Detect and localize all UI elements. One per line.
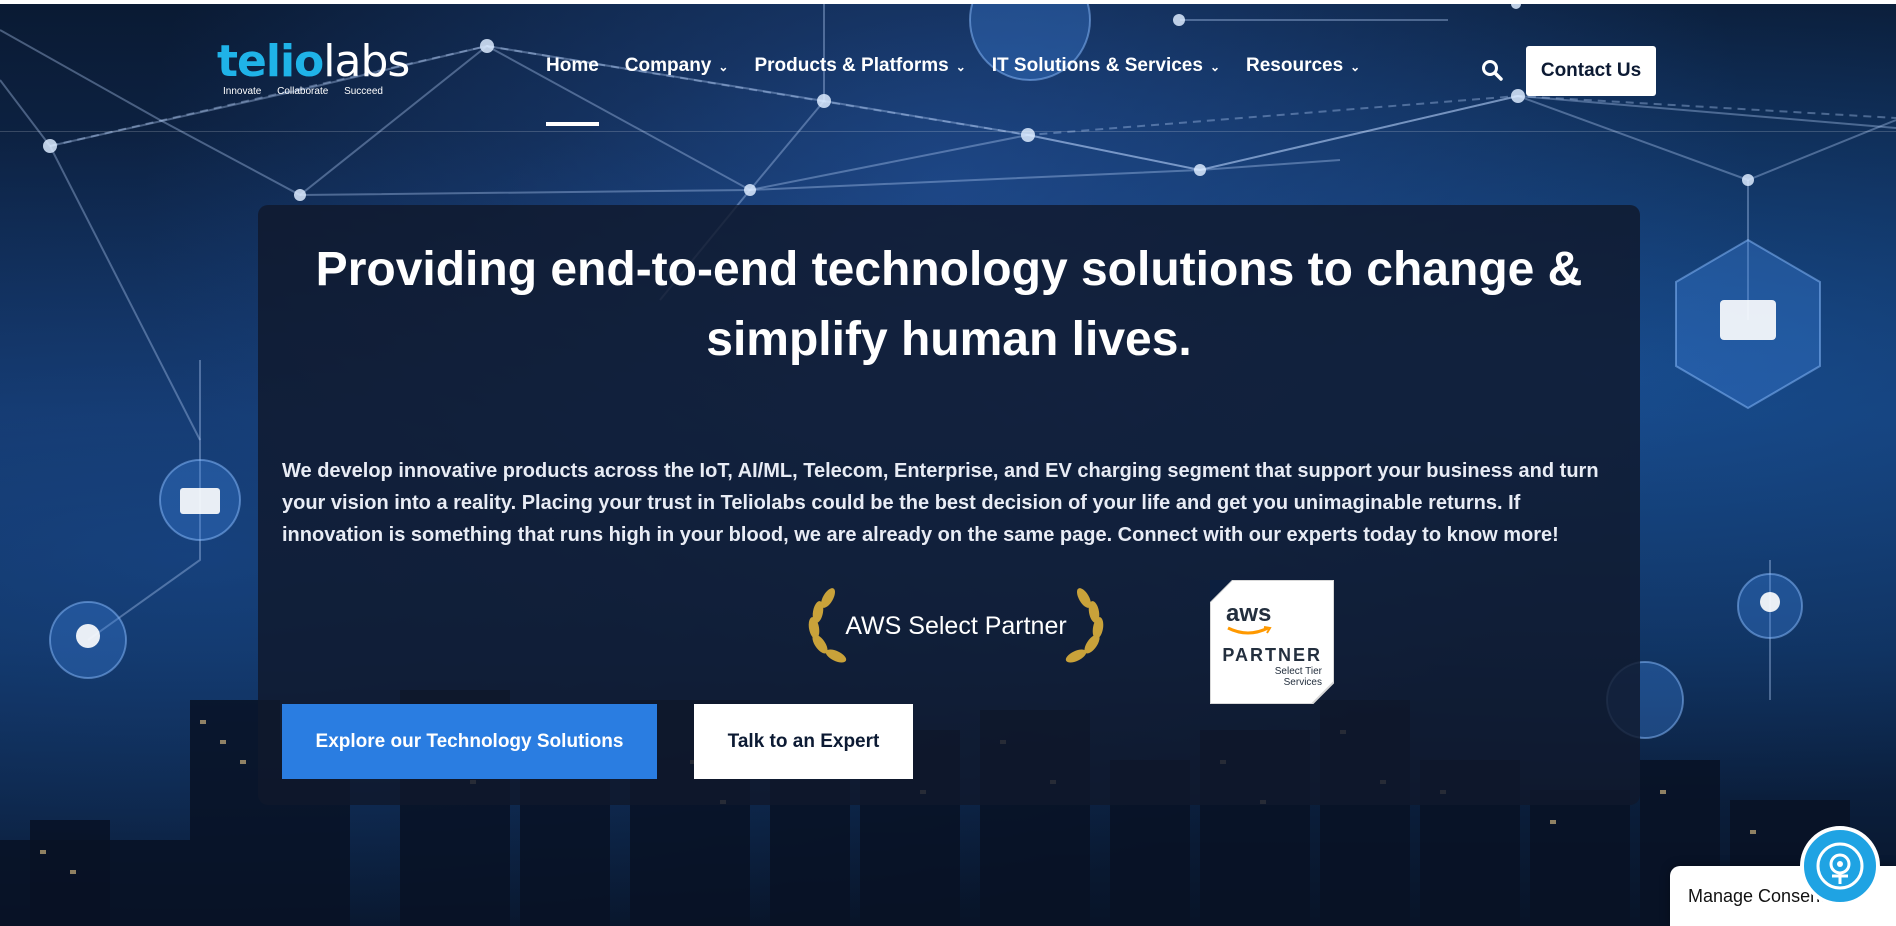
search-icon[interactable] xyxy=(1480,58,1504,82)
logo-wordmark: teliolabs xyxy=(217,40,410,84)
nav-item-resources[interactable]: Resources ⌄ xyxy=(1246,55,1360,77)
nav-item-products-platforms[interactable]: Products & Platforms ⌄ xyxy=(754,55,965,77)
aws-tier-line1: Select Tier xyxy=(1274,666,1322,677)
logo-tag-succeed: Succeed xyxy=(344,86,383,97)
contact-us-button[interactable]: Contact Us xyxy=(1526,46,1656,96)
explore-technology-solutions-button[interactable]: Explore our Technology Solutions xyxy=(282,704,657,779)
logo-tagline: Innovate Collaborate Succeed xyxy=(217,86,383,97)
nav-item-label: IT Solutions & Services xyxy=(991,55,1203,76)
chevron-down-icon: ⌄ xyxy=(955,60,966,74)
nav-item-label: Resources xyxy=(1246,55,1344,76)
chatbot-icon xyxy=(1816,842,1864,890)
aws-logo: aws xyxy=(1226,600,1272,627)
aws-partner-label: PARTNER xyxy=(1222,645,1322,665)
logo-tag-innovate: Innovate xyxy=(223,86,262,97)
hero-title: Providing end-to-end technology solution… xyxy=(315,243,1583,366)
chevron-down-icon: ⌄ xyxy=(718,60,729,74)
nav-item-home[interactable]: Home xyxy=(546,55,599,126)
logo-tag-collaborate: Collaborate xyxy=(277,86,329,97)
logo-wordmark-part1: telio xyxy=(217,36,324,87)
nav-item-label: Home xyxy=(546,55,599,76)
site-header: teliolabs Innovate Collaborate Succeed H… xyxy=(0,4,1896,132)
chevron-down-icon: ⌄ xyxy=(1350,60,1361,74)
teliolabs-logo[interactable]: teliolabs Innovate Collaborate Succeed xyxy=(217,40,410,100)
nav-item-label: Company xyxy=(624,55,712,76)
nav-item-label: Products & Platforms xyxy=(754,55,949,76)
hero-description: We develop innovative products across th… xyxy=(282,460,1599,546)
aws-partner-badge: aws PARTNER Select Tier Services xyxy=(1210,580,1334,704)
aws-tier-label: Select Tier Services xyxy=(1210,666,1322,688)
logo-wordmark-part2: labs xyxy=(323,36,410,87)
main-nav: Home Company ⌄ Products & Platforms ⌄ IT… xyxy=(546,55,1386,126)
nav-item-it-solutions-services[interactable]: IT Solutions & Services ⌄ xyxy=(992,55,1220,77)
talk-to-expert-button[interactable]: Talk to an Expert xyxy=(694,704,913,779)
hero-card: Providing end-to-end technology solution… xyxy=(258,205,1640,805)
award-text: AWS Select Partner xyxy=(845,611,1067,640)
chat-widget-button[interactable] xyxy=(1800,826,1880,906)
aws-select-partner-award: AWS Select Partner xyxy=(802,582,1110,670)
chevron-down-icon: ⌄ xyxy=(1209,60,1220,74)
aws-tier-line2: Services xyxy=(1283,677,1322,688)
nav-item-company[interactable]: Company ⌄ xyxy=(625,55,729,77)
aws-smile-icon xyxy=(1227,626,1272,635)
